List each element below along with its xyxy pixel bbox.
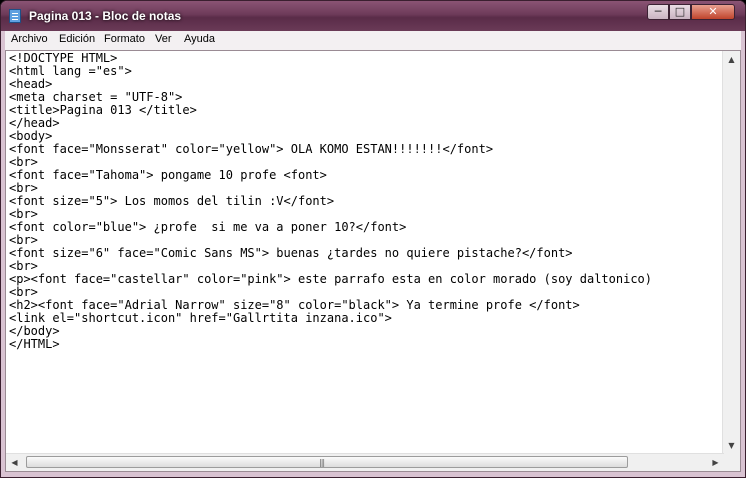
text-line: <h2><font face="Adrial Narrow" size="8" … (9, 298, 580, 312)
menu-archivo[interactable]: Archivo (11, 33, 48, 45)
text-line: <meta charset = "UTF-8"> (9, 90, 183, 104)
text-line: <!DOCTYPE HTML> (9, 51, 118, 65)
horizontal-scroll-thumb[interactable]: ||| (26, 456, 628, 468)
text-line: <font size="5"> Los momos del tilin :V</… (9, 194, 335, 208)
scroll-up-icon[interactable]: ▲ (723, 51, 740, 68)
text-line: <br> (9, 155, 38, 169)
notepad-window: Pagina 013 - Bloc de notas ─ □ ✕ Archivo… (0, 0, 746, 478)
size-grip[interactable] (723, 454, 740, 471)
grip-icon: ||| (319, 458, 325, 467)
text-line: <title>Pagina 013 </title> (9, 103, 197, 117)
text-line: <body> (9, 129, 53, 143)
text-line: <html lang ="es"> (9, 64, 132, 78)
minimize-button[interactable]: ─ (647, 4, 669, 20)
text-line: <br> (9, 233, 38, 247)
menu-ver[interactable]: Ver (155, 33, 172, 45)
scroll-right-icon[interactable]: ▶ (707, 454, 724, 471)
text-line: <font color="blue"> ¿profe si me va a po… (9, 220, 407, 234)
text-editor[interactable]: <!DOCTYPE HTML> <html lang ="es"> <head>… (5, 50, 741, 472)
scroll-down-icon[interactable]: ▼ (723, 437, 740, 454)
text-line: <font face="Monsserat" color="yellow"> O… (9, 142, 494, 156)
menu-ayuda[interactable]: Ayuda (184, 33, 215, 45)
notepad-icon (9, 9, 21, 23)
menu-edicion[interactable]: Edición (59, 33, 95, 45)
text-line: <p><font face="castellar" color="pink"> … (9, 272, 652, 286)
horizontal-scrollbar[interactable]: ◀ ||| ▶ (6, 453, 724, 471)
text-line: <br> (9, 259, 38, 273)
text-line: <link el="shortcut.icon" href="Gallrtita… (9, 311, 392, 325)
text-line: <br> (9, 181, 38, 195)
text-line: </HTML> (9, 337, 60, 351)
text-line: <br> (9, 285, 38, 299)
close-button[interactable]: ✕ (691, 4, 735, 20)
menu-formato[interactable]: Formato (104, 33, 145, 45)
text-line: <font face="Tahoma"> pongame 10 profe <f… (9, 168, 327, 182)
maximize-button[interactable]: □ (669, 4, 691, 20)
vertical-scrollbar[interactable]: ▲ ▼ (722, 51, 740, 454)
text-line: </head> (9, 116, 60, 130)
text-line: </body> (9, 324, 60, 338)
scroll-left-icon[interactable]: ◀ (6, 454, 23, 471)
window-title: Pagina 013 - Bloc de notas (29, 9, 182, 23)
title-bar[interactable]: Pagina 013 - Bloc de notas ─ □ ✕ (1, 1, 745, 31)
text-line: <br> (9, 207, 38, 221)
menu-bar: Archivo Edición Formato Ver Ayuda (5, 31, 741, 50)
document-text[interactable]: <!DOCTYPE HTML> <html lang ="es"> <head>… (9, 52, 652, 351)
text-line: <head> (9, 77, 53, 91)
text-line: <font size="6" face="Comic Sans MS"> bue… (9, 246, 573, 260)
